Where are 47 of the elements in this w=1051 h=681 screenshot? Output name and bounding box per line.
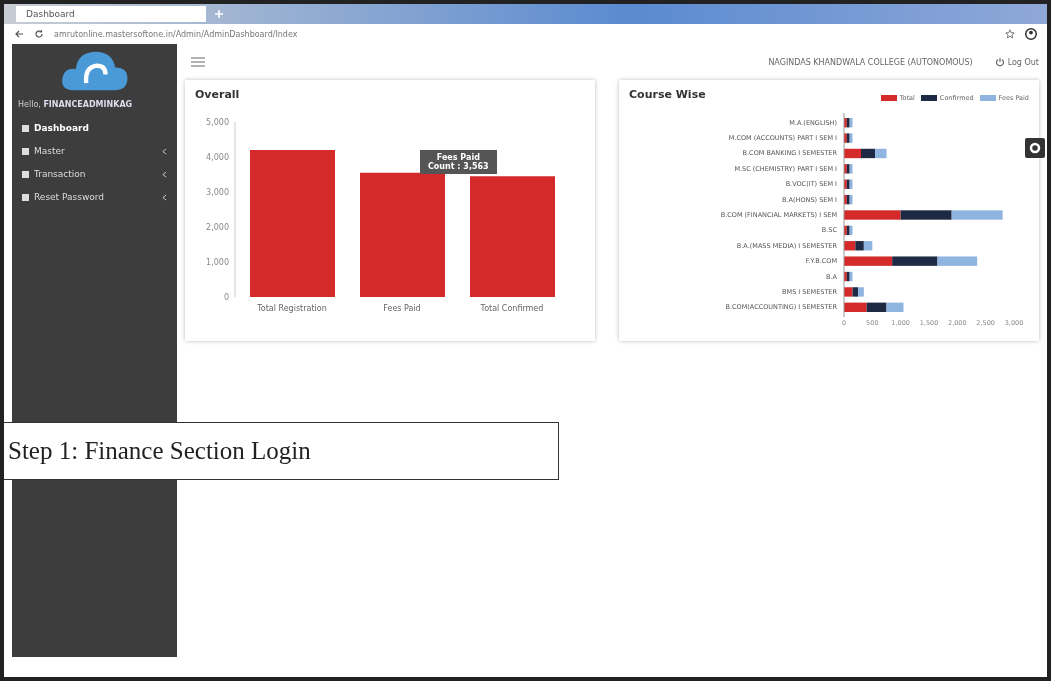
bar: [886, 302, 904, 312]
axis-tick: 0: [223, 292, 229, 302]
back-icon[interactable]: [14, 29, 24, 39]
bar: [844, 287, 853, 297]
browser-tab[interactable]: Dashboard: [16, 6, 206, 22]
bar: [861, 148, 876, 159]
axis-tick: 2,000: [206, 222, 229, 232]
bar: [844, 302, 867, 312]
bar: [892, 256, 938, 266]
bar: [855, 241, 864, 251]
bar: [863, 241, 873, 251]
bar: [900, 210, 952, 220]
settings-icon[interactable]: [1025, 138, 1045, 158]
bar: [844, 148, 861, 159]
card-title: Overall: [195, 88, 241, 101]
reload-icon[interactable]: [34, 29, 44, 39]
star-icon[interactable]: [1005, 29, 1015, 39]
logout-link[interactable]: Log Out: [1007, 57, 1039, 67]
axis-tick: 4,000: [206, 152, 229, 162]
power-icon[interactable]: [994, 57, 1005, 67]
card-title: Course Wise: [629, 88, 706, 101]
bar: [951, 210, 1003, 220]
axis-label: Total Confirmed: [480, 304, 544, 313]
tooltip: Fees Paid Count : 3,563: [420, 150, 497, 174]
bar: [844, 256, 893, 266]
menu-item[interactable]: Master: [22, 148, 65, 155]
bar: [866, 302, 887, 312]
axis-tick: 3,000: [206, 187, 229, 197]
college-name: NAGINDAS KHANDWALA COLLEGE (AUTONOMOUS): [768, 57, 973, 67]
user-name: FINANCEADMINKAG: [43, 100, 133, 109]
greeting-text: Hello,: [18, 100, 41, 109]
axis-label: Fees Paid: [383, 304, 421, 313]
menu-item[interactable]: Transaction: [22, 171, 86, 178]
axis-label: Total Registration: [257, 304, 327, 313]
chevron-icon[interactable]: [162, 194, 167, 201]
bar: [844, 210, 901, 220]
caption-box: Step 1: Finance Section Login: [4, 422, 559, 480]
chevron-icon[interactable]: [162, 148, 167, 155]
axis-tick: 1,000: [206, 257, 229, 267]
chevron-icon[interactable]: [162, 171, 167, 178]
account-icon[interactable]: [1025, 28, 1037, 40]
axis-tick: 5,000: [206, 117, 229, 127]
bar: [875, 148, 887, 159]
menu-item[interactable]: Reset Password: [22, 194, 105, 201]
menu-item[interactable]: Dashboard: [22, 125, 89, 132]
bar: [937, 256, 978, 266]
bar: [844, 241, 856, 251]
